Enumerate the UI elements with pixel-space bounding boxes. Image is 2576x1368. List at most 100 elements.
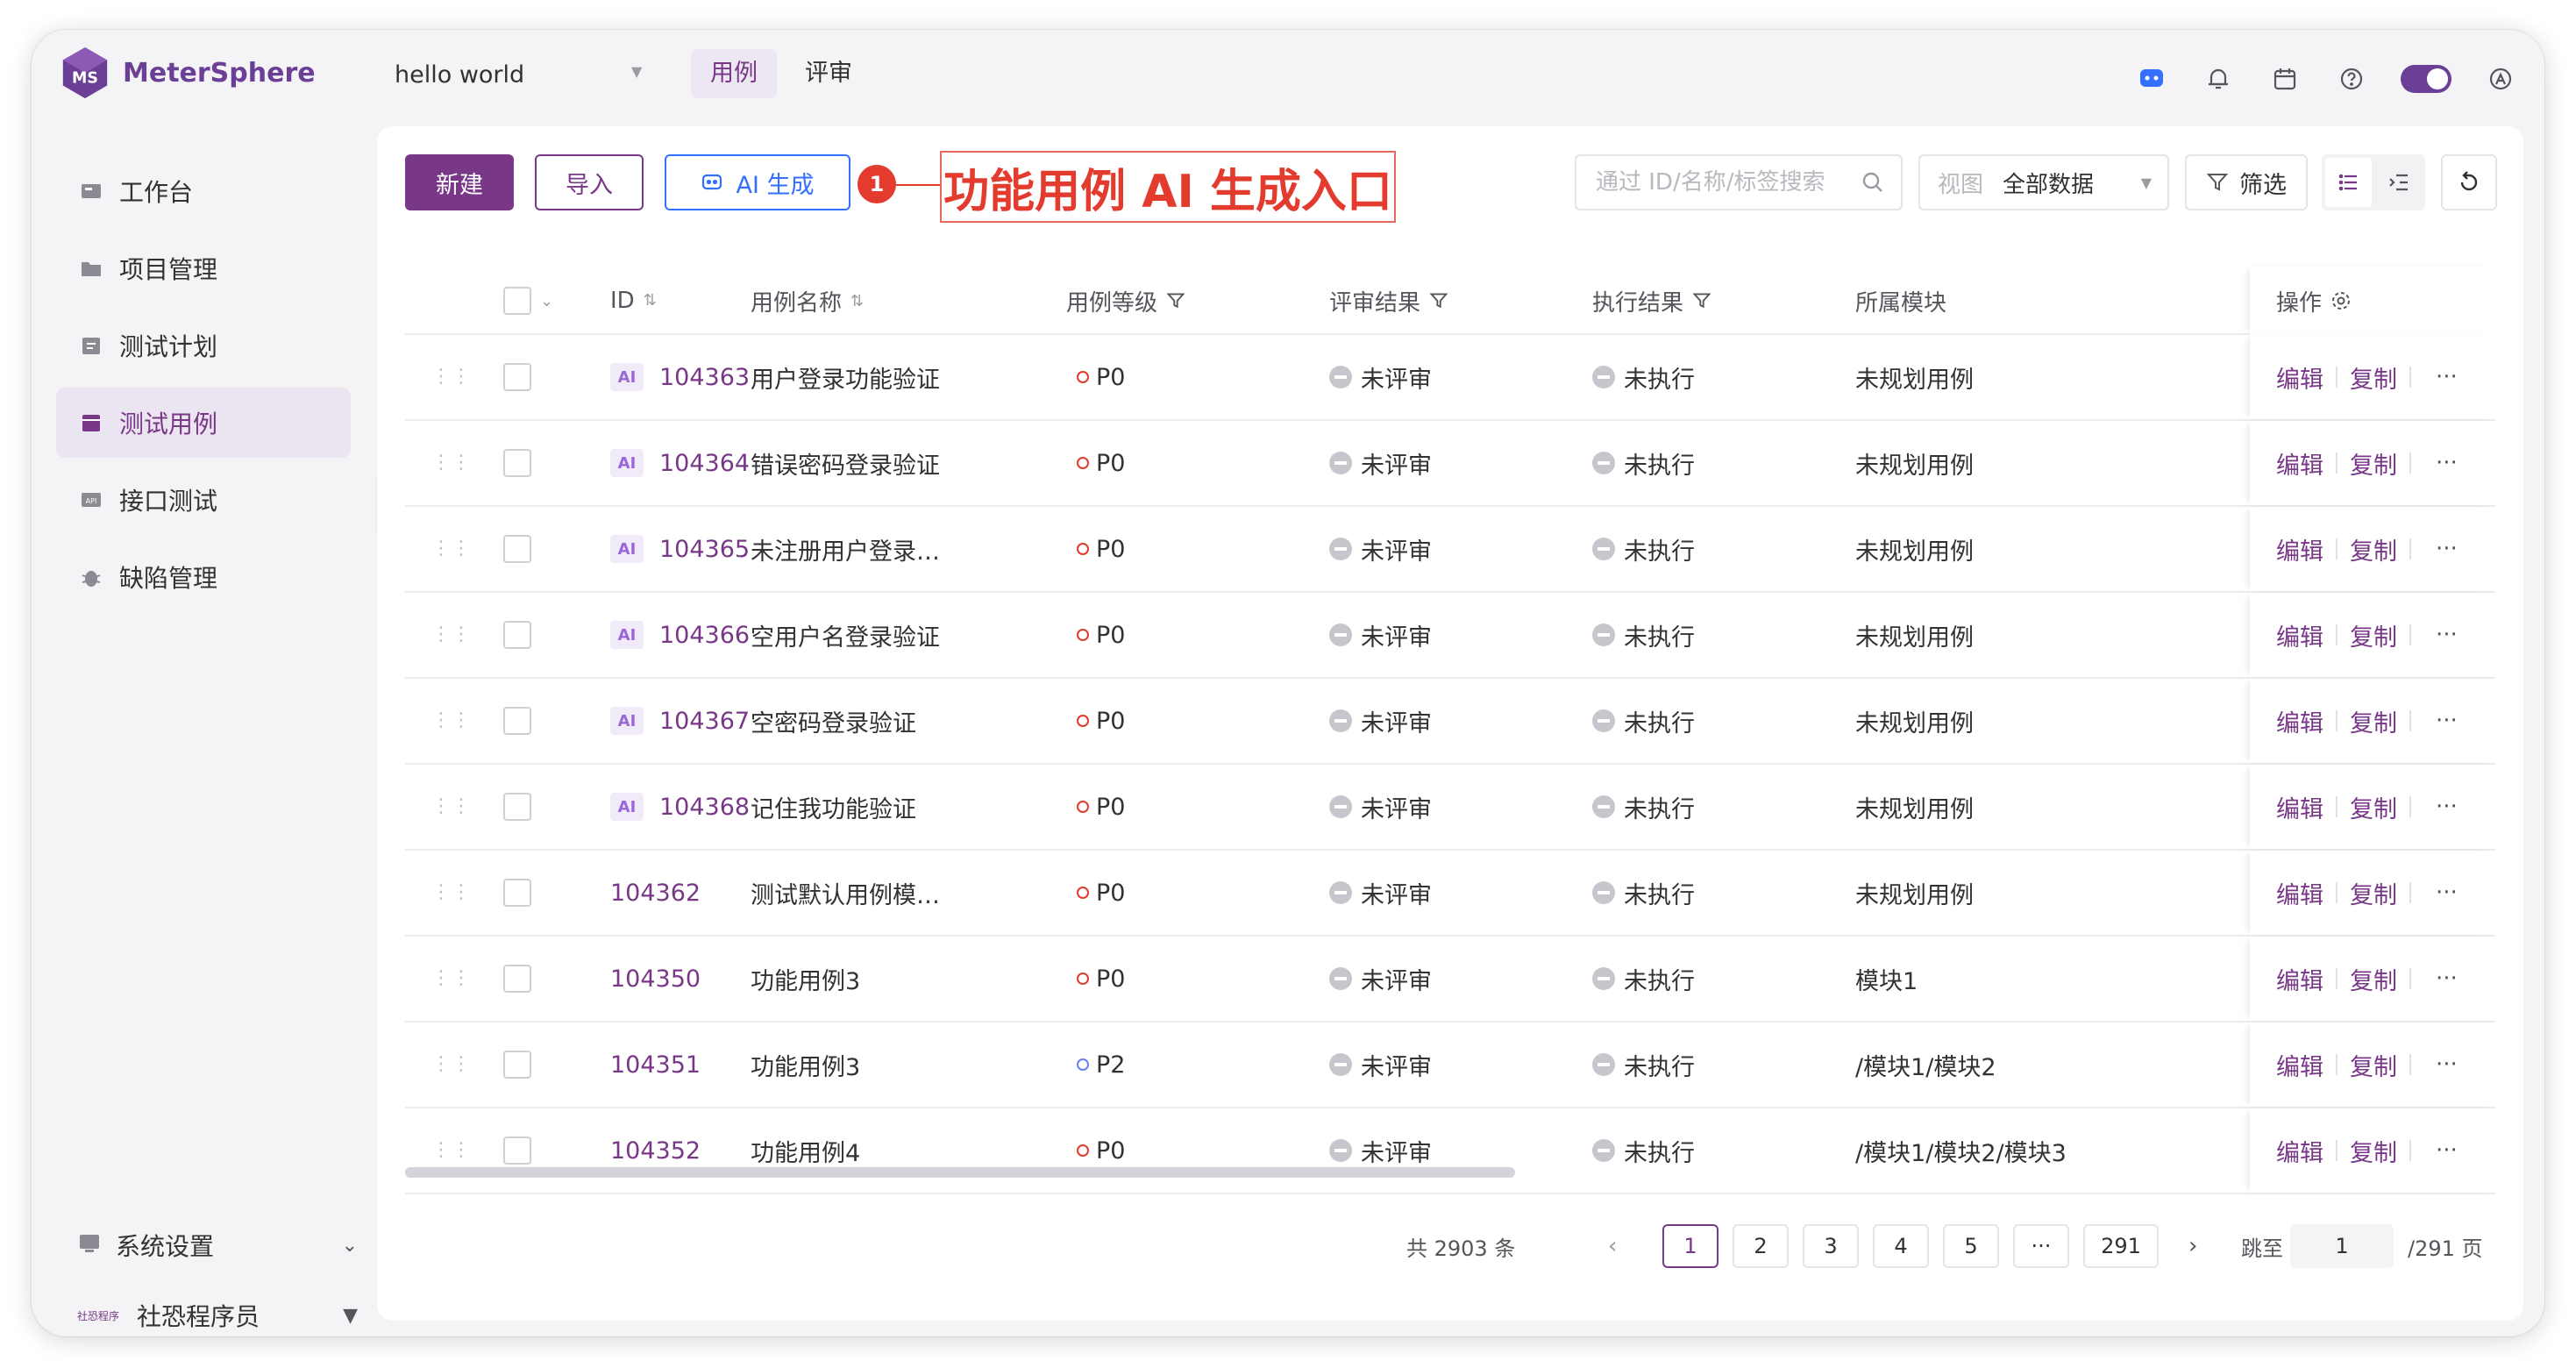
filter-button[interactable]: 筛选 bbox=[2185, 154, 2308, 210]
more-icon[interactable]: ··· bbox=[2436, 708, 2458, 734]
jump-page-input[interactable]: 1 bbox=[2290, 1224, 2394, 1268]
row-checkbox[interactable] bbox=[503, 1136, 531, 1165]
horizontal-scrollbar[interactable] bbox=[405, 1167, 1515, 1178]
chevron-down-icon[interactable]: ⌄ bbox=[540, 292, 553, 310]
drag-handle-icon[interactable]: ⋮⋮ bbox=[431, 765, 471, 849]
filter-icon[interactable] bbox=[1166, 291, 1185, 310]
drag-handle-icon[interactable]: ⋮⋮ bbox=[431, 335, 471, 419]
case-id-link[interactable]: 104365 bbox=[659, 536, 750, 563]
row-select[interactable] bbox=[503, 335, 531, 419]
case-id-link[interactable]: 104352 bbox=[610, 1137, 701, 1165]
sidebar-item-project[interactable]: 项目管理 bbox=[56, 233, 351, 303]
row-checkbox[interactable] bbox=[503, 793, 531, 821]
copy-link[interactable]: 复制 bbox=[2350, 790, 2397, 824]
sort-icon[interactable]: ⇅ bbox=[850, 292, 864, 310]
copy-link[interactable]: 复制 bbox=[2350, 704, 2397, 738]
user-icon[interactable] bbox=[2483, 61, 2518, 96]
row-checkbox[interactable] bbox=[503, 535, 531, 563]
case-id-cell[interactable]: 104350 bbox=[610, 937, 701, 1021]
case-id-link[interactable]: 104350 bbox=[610, 965, 701, 993]
row-select[interactable] bbox=[503, 851, 531, 935]
row-checkbox[interactable] bbox=[503, 707, 531, 735]
copy-link[interactable]: 复制 bbox=[2350, 618, 2397, 652]
case-id-cell[interactable]: AI 104365 bbox=[610, 507, 750, 591]
page-button[interactable]: 5 bbox=[1943, 1224, 1999, 1268]
table-row[interactable]: ⋮⋮ 104351 功能用例3 P2 未评审 未执行/模块1/模块2 编辑 复制 ··· bbox=[405, 1022, 2495, 1108]
sidebar-item-plan[interactable]: 测试计划 bbox=[56, 310, 351, 381]
column-level[interactable]: 用例等级 bbox=[1066, 267, 1185, 335]
copy-link[interactable]: 复制 bbox=[2350, 1134, 2397, 1168]
edit-link[interactable]: 编辑 bbox=[2276, 618, 2323, 652]
row-checkbox[interactable] bbox=[503, 879, 531, 907]
case-id-cell[interactable]: 104362 bbox=[610, 851, 701, 935]
row-checkbox[interactable] bbox=[503, 1051, 531, 1079]
table-row[interactable]: ⋮⋮ AI 104368 记住我功能验证 P0 未评审 未执行 未规划用例 编辑 复制 ··· bbox=[405, 765, 2495, 851]
row-checkbox[interactable] bbox=[503, 621, 531, 649]
copy-link[interactable]: 复制 bbox=[2350, 532, 2397, 566]
table-row[interactable]: ⋮⋮ AI 104366 空用户名登录验证 P0 未评审 未执行 未规划用例 编辑 复制 ··· bbox=[405, 593, 2495, 679]
case-id-link[interactable]: 104362 bbox=[610, 880, 701, 907]
row-select[interactable] bbox=[503, 765, 531, 849]
page-button[interactable]: 2 bbox=[1733, 1224, 1789, 1268]
more-icon[interactable]: ··· bbox=[2436, 1051, 2458, 1078]
case-id-link[interactable]: 104351 bbox=[610, 1051, 701, 1079]
more-icon[interactable]: ··· bbox=[2436, 965, 2458, 992]
bell-icon[interactable] bbox=[2201, 61, 2236, 96]
search-input[interactable]: 通过 ID/名称/标签搜索 bbox=[1575, 154, 1903, 210]
tree-view-icon[interactable] bbox=[2375, 158, 2422, 207]
edit-link[interactable]: 编辑 bbox=[2276, 360, 2323, 395]
tab-review[interactable]: 评审 bbox=[786, 49, 872, 98]
edit-link[interactable]: 编辑 bbox=[2276, 1134, 2323, 1168]
table-row[interactable]: ⋮⋮ AI 104365 未注册用户登录… P0 未评审 未执行 未规划用例 编辑 复制 ··· bbox=[405, 507, 2495, 593]
app-logo[interactable]: MS MeterSphere bbox=[58, 46, 316, 100]
copy-link[interactable]: 复制 bbox=[2350, 962, 2397, 996]
more-icon[interactable]: ··· bbox=[2436, 536, 2458, 562]
column-exec[interactable]: 执行结果 bbox=[1592, 267, 1711, 335]
sidebar-item-bug[interactable]: 缺陷管理 bbox=[56, 542, 351, 612]
row-select[interactable] bbox=[503, 507, 531, 591]
case-id-cell[interactable]: AI 104368 bbox=[610, 765, 750, 849]
column-name[interactable]: 用例名称 ⇅ bbox=[751, 267, 864, 335]
case-id-link[interactable]: 104363 bbox=[659, 364, 750, 391]
drag-handle-icon[interactable]: ⋮⋮ bbox=[431, 421, 471, 505]
more-icon[interactable]: ··· bbox=[2436, 794, 2458, 820]
row-select[interactable] bbox=[503, 1022, 531, 1107]
row-checkbox[interactable] bbox=[503, 965, 531, 993]
case-id-link[interactable]: 104367 bbox=[659, 708, 750, 735]
calendar-icon[interactable] bbox=[2267, 61, 2302, 96]
sidebar-item-testcase[interactable]: 测试用例 bbox=[56, 388, 351, 458]
edit-link[interactable]: 编辑 bbox=[2276, 446, 2323, 481]
drag-handle-icon[interactable]: ⋮⋮ bbox=[431, 507, 471, 591]
row-checkbox[interactable] bbox=[503, 449, 531, 477]
import-button[interactable]: 导入 bbox=[535, 154, 644, 210]
drag-handle-icon[interactable]: ⋮⋮ bbox=[431, 679, 471, 763]
edit-link[interactable]: 编辑 bbox=[2276, 704, 2323, 738]
page-button[interactable]: 291 bbox=[2083, 1224, 2159, 1268]
drag-handle-icon[interactable]: ⋮⋮ bbox=[431, 851, 471, 935]
edit-link[interactable]: 编辑 bbox=[2276, 876, 2323, 910]
new-button[interactable]: 新建 bbox=[405, 154, 514, 210]
row-select[interactable] bbox=[503, 937, 531, 1021]
table-row[interactable]: ⋮⋮ AI 104367 空密码登录验证 P0 未评审 未执行 未规划用例 编辑 复制 ··· bbox=[405, 679, 2495, 765]
sort-icon[interactable]: ⇅ bbox=[644, 293, 657, 309]
user-org-menu[interactable]: 社恐程序 社恐程序员 ▼ bbox=[77, 1298, 358, 1333]
case-id-link[interactable]: 104366 bbox=[659, 622, 750, 649]
table-row[interactable]: ⋮⋮ AI 104363 用户登录功能验证 P0 未评审 未执行 未规划用例 编辑 复制 ··· bbox=[405, 335, 2495, 421]
case-id-cell[interactable]: 104351 bbox=[610, 1022, 701, 1107]
filter-icon[interactable] bbox=[1429, 291, 1448, 310]
table-row[interactable]: ⋮⋮ 104362 测试默认用例模… P0 未评审 未执行 未规划用例 编辑 复制 ··· bbox=[405, 851, 2495, 937]
row-checkbox[interactable] bbox=[503, 363, 531, 391]
sidebar-item-workbench[interactable]: 工作台 bbox=[56, 156, 351, 226]
more-icon[interactable]: ··· bbox=[2436, 880, 2458, 906]
more-icon[interactable]: ··· bbox=[2436, 364, 2458, 390]
gear-icon[interactable] bbox=[2330, 290, 2352, 311]
copy-link[interactable]: 复制 bbox=[2350, 446, 2397, 481]
more-icon[interactable]: ··· bbox=[2436, 622, 2458, 648]
edit-link[interactable]: 编辑 bbox=[2276, 962, 2323, 996]
drag-handle-icon[interactable]: ⋮⋮ bbox=[431, 937, 471, 1021]
drag-handle-icon[interactable]: ⋮⋮ bbox=[431, 1022, 471, 1107]
list-view-icon[interactable] bbox=[2325, 158, 2372, 207]
case-id-cell[interactable]: 104352 bbox=[610, 1108, 701, 1193]
case-id-cell[interactable]: AI 104364 bbox=[610, 421, 750, 505]
drag-handle-icon[interactable]: ⋮⋮ bbox=[431, 1108, 471, 1193]
